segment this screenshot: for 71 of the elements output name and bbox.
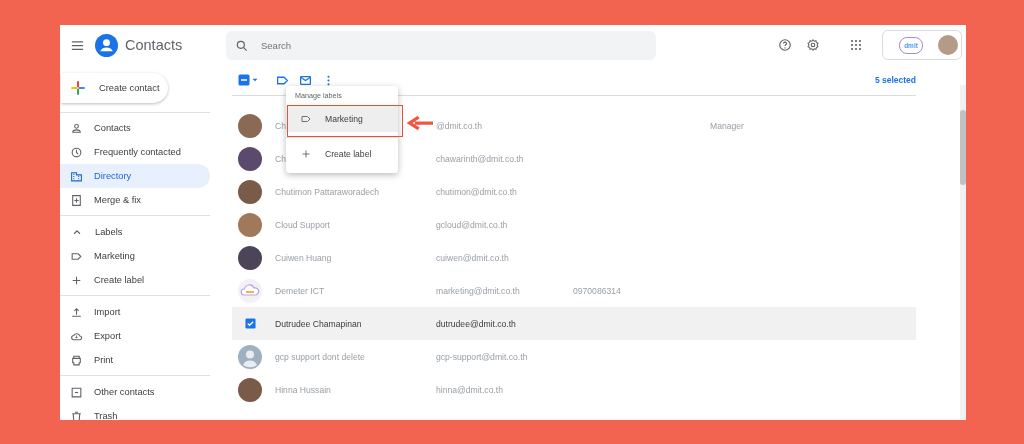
upload-icon (70, 305, 83, 319)
avatar-photo (238, 146, 262, 171)
avatar-photo (238, 245, 262, 270)
avatar-photo (938, 35, 958, 55)
apps-icon (850, 39, 862, 51)
sidebar-item[interactable]: Contacts (60, 116, 210, 140)
printer-icon (70, 353, 83, 367)
sidebar-item[interactable]: Directory (60, 164, 210, 188)
sidebar-item[interactable]: Merge & fix (60, 188, 210, 212)
arrow-icon (407, 115, 433, 131)
building-icon (70, 169, 83, 183)
contact-email: chawarinth@dmit.co.th (436, 153, 525, 164)
contact-email: chutimon@dmit.co.th (436, 186, 518, 197)
clock-icon (70, 145, 83, 159)
avatar-photo (238, 179, 262, 204)
plus-icon (70, 80, 86, 96)
trash-icon (70, 409, 83, 420)
contact-email: dutrudee@dmit.co.th (436, 318, 517, 329)
email-button[interactable] (299, 73, 312, 87)
settings-icon (806, 38, 820, 52)
sidebar-item[interactable]: Create label (60, 268, 210, 292)
search-field[interactable]: Search (226, 30, 656, 60)
contact-name: Demeter ICT (275, 285, 325, 296)
avatar-photo (238, 212, 262, 237)
labels-section-toggle[interactable]: Labels (60, 220, 210, 244)
contact-row[interactable]: Dutrudee Chamapinan dutrudee@dmit.co.th (232, 307, 916, 340)
archive-icon (70, 385, 83, 399)
sidebar-item[interactable]: Marketing (60, 244, 210, 268)
sidebar-item[interactable]: Frequently contacted (60, 140, 210, 164)
checked-checkbox-icon (244, 318, 256, 329)
contact-name: gcp support dont delete (275, 351, 365, 362)
sidebar-item[interactable]: Export (60, 324, 210, 348)
contact-phone: 0970086314 (573, 285, 622, 296)
avatar-photo (238, 377, 262, 402)
contact-name: Cloud Support (275, 219, 330, 230)
contact-job-title: Manager (710, 120, 744, 131)
contact-email: gcp-support@dmit.co.th (436, 351, 529, 362)
selection-count: 5 selected (874, 75, 916, 85)
mail-icon (299, 73, 312, 87)
cloud-logo-icon (238, 278, 262, 303)
create-contact-button[interactable]: Create contact (61, 73, 168, 103)
apps-button[interactable] (850, 39, 862, 51)
contact-name: Dutrudee Chamapinan (275, 318, 362, 329)
contacts-logo-icon (95, 33, 118, 57)
avatar-photo (238, 113, 262, 138)
avatar-silhouette-icon (238, 344, 262, 369)
sidebar-item[interactable]: Import (60, 300, 210, 324)
contact-name: Hinna Hussain (275, 384, 331, 395)
app-title: Contacts (125, 37, 183, 53)
sidebar-item[interactable]: Print (60, 348, 210, 372)
contact-name: Cuiwen Huang (275, 252, 332, 263)
contact-email: hinna@dmit.co.th (436, 384, 504, 395)
contact-email: marketing@dmit.co.th (436, 285, 521, 296)
contact-email: @dmit.co.th (436, 120, 483, 131)
menu-item[interactable]: Create label (286, 140, 398, 167)
sidebar-item[interactable]: Other contacts (60, 380, 210, 404)
menu-item[interactable]: Marketing (286, 105, 398, 132)
contact-email: cuiwen@dmit.co.th (436, 252, 510, 263)
contact-name: Chutimon Pattaraworadech (275, 186, 380, 197)
scrollbar-thumb[interactable] (960, 110, 966, 185)
contact-email: gcloud@dmit.co.th (436, 219, 509, 230)
sidebar-item[interactable]: Trash (60, 404, 210, 420)
merge-icon (70, 193, 83, 207)
select-menu-button[interactable] (238, 74, 260, 86)
settings-button[interactable] (806, 38, 820, 52)
contact-name: Ch (275, 153, 286, 164)
deselect-checkbox-icon (238, 74, 250, 86)
help-button[interactable] (778, 38, 792, 52)
help-icon (778, 38, 792, 52)
person-icon (70, 121, 83, 135)
contact-name: Ch (275, 120, 286, 131)
